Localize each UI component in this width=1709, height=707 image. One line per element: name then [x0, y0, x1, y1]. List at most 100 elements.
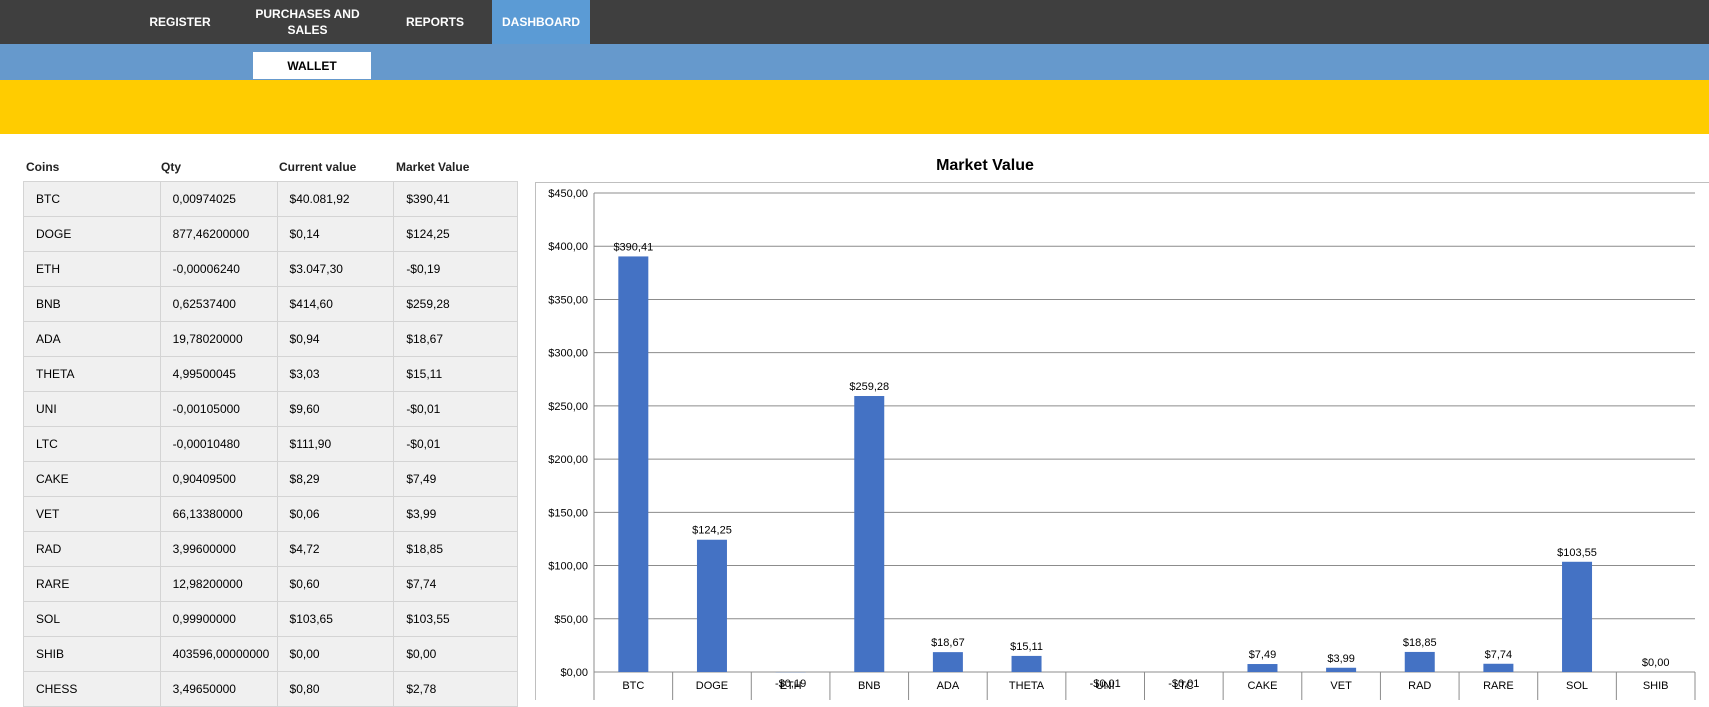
table-row: RARE12,98200000$0,60$7,74	[24, 567, 518, 602]
data-label: $3,99	[1327, 653, 1355, 665]
nav-tab-purchases-label-line2: SALES	[287, 22, 327, 38]
cell-current-value: $103,65	[277, 602, 394, 637]
x-tick-label: SHIB	[1643, 680, 1669, 692]
table-row: SOL0,99900000$103,65$103,55	[24, 602, 518, 637]
cell-current-value: $0,80	[277, 672, 394, 707]
cell-qty: -0,00010480	[160, 427, 277, 462]
data-label: $7,74	[1485, 649, 1513, 661]
cell-market-value: $15,11	[394, 357, 518, 392]
data-label: $18,67	[931, 637, 965, 649]
header-qty: Qty	[161, 160, 181, 174]
cell-qty: 66,13380000	[160, 497, 277, 532]
y-tick-label: $150,00	[548, 507, 588, 519]
bar	[697, 540, 727, 672]
x-tick-label: DOGE	[696, 680, 728, 692]
wallet-table: BTC0,00974025$40.081,92$390,41DOGE877,46…	[23, 181, 518, 707]
nav-tab-purchases-and-sales[interactable]: PURCHASES AND SALES	[250, 0, 365, 44]
cell-market-value: $3,99	[394, 497, 518, 532]
cell-coin: SOL	[24, 602, 161, 637]
y-tick-label: $400,00	[548, 241, 588, 253]
cell-current-value: $9,60	[277, 392, 394, 427]
cell-market-value: $7,49	[394, 462, 518, 497]
cell-coin: ETH	[24, 252, 161, 287]
subtab-wallet-label: WALLET	[287, 59, 336, 73]
cell-qty: 403596,00000000	[160, 637, 277, 672]
nav-tab-dashboard-label: DASHBOARD	[502, 14, 580, 30]
cell-qty: 12,98200000	[160, 567, 277, 602]
x-tick-label: BTC	[622, 680, 644, 692]
nav-tab-reports[interactable]: REPORTS	[385, 0, 485, 44]
bar	[1483, 664, 1513, 672]
cell-market-value: $18,67	[394, 322, 518, 357]
cell-market-value: $124,25	[394, 217, 518, 252]
cell-current-value: $3.047,30	[277, 252, 394, 287]
cell-current-value: $0,14	[277, 217, 394, 252]
x-tick-label: VET	[1330, 680, 1352, 692]
table-row: SHIB403596,00000000$0,00$0,00	[24, 637, 518, 672]
cell-market-value: $2,78	[394, 672, 518, 707]
cell-current-value: $0,06	[277, 497, 394, 532]
y-tick-label: $250,00	[548, 401, 588, 413]
x-tick-label: ETH	[780, 680, 802, 692]
bar	[1012, 656, 1042, 672]
cell-market-value: $18,85	[394, 532, 518, 567]
cell-coin: SHIB	[24, 637, 161, 672]
x-tick-label: CAKE	[1247, 680, 1277, 692]
y-tick-label: $350,00	[548, 294, 588, 306]
data-label: $103,55	[1557, 547, 1597, 559]
cell-current-value: $3,03	[277, 357, 394, 392]
nav-tab-dashboard[interactable]: DASHBOARD	[492, 0, 590, 44]
cell-current-value: $8,29	[277, 462, 394, 497]
cell-current-value: $111,90	[277, 427, 394, 462]
x-tick-label: LTC	[1174, 680, 1194, 692]
cell-coin: THETA	[24, 357, 161, 392]
cell-market-value: -$0,01	[394, 392, 518, 427]
cell-current-value: $0,60	[277, 567, 394, 602]
table-row: UNI-0,00105000$9,60-$0,01	[24, 392, 518, 427]
data-label: $124,25	[692, 525, 732, 537]
cell-qty: 3,99600000	[160, 532, 277, 567]
x-tick-label: THETA	[1009, 680, 1045, 692]
cell-coin: CAKE	[24, 462, 161, 497]
cell-market-value: $259,28	[394, 287, 518, 322]
table-row: CAKE0,90409500$8,29$7,49	[24, 462, 518, 497]
cell-qty: -0,00006240	[160, 252, 277, 287]
cell-qty: 4,99500045	[160, 357, 277, 392]
cell-market-value: $103,55	[394, 602, 518, 637]
table-row: THETA4,99500045$3,03$15,11	[24, 357, 518, 392]
data-label: $7,49	[1249, 649, 1277, 661]
cell-market-value: $7,74	[394, 567, 518, 602]
y-tick-label: $0,00	[560, 667, 588, 679]
data-label: $0,00	[1642, 657, 1670, 669]
data-label: $15,11	[1010, 641, 1043, 653]
nav-tab-register[interactable]: REGISTER	[130, 0, 230, 44]
cell-qty: -0,00105000	[160, 392, 277, 427]
cell-current-value: $0,94	[277, 322, 394, 357]
cell-qty: 3,49650000	[160, 672, 277, 707]
cell-market-value: -$0,19	[394, 252, 518, 287]
cell-current-value: $40.081,92	[277, 182, 394, 217]
table-row: BTC0,00974025$40.081,92$390,41	[24, 182, 518, 217]
header-market-value: Market Value	[396, 160, 469, 174]
subtab-wallet[interactable]: WALLET	[253, 52, 371, 79]
cell-qty: 877,46200000	[160, 217, 277, 252]
market-value-bar-chart: $0,00$50,00$100,00$150,00$200,00$250,00$…	[535, 182, 1709, 700]
data-label: $390,41	[613, 241, 653, 253]
cell-market-value: -$0,01	[394, 427, 518, 462]
cell-current-value: $0,00	[277, 637, 394, 672]
cell-qty: 0,00974025	[160, 182, 277, 217]
table-row: ETH-0,00006240$3.047,30-$0,19	[24, 252, 518, 287]
bar	[618, 256, 648, 672]
cell-current-value: $414,60	[277, 287, 394, 322]
cell-qty: 0,99900000	[160, 602, 277, 637]
cell-coin: UNI	[24, 392, 161, 427]
x-tick-label: RARE	[1483, 680, 1514, 692]
table-row: DOGE877,46200000$0,14$124,25	[24, 217, 518, 252]
y-tick-label: $50,00	[554, 614, 588, 626]
bar	[1247, 664, 1277, 672]
cell-current-value: $4,72	[277, 532, 394, 567]
y-tick-label: $200,00	[548, 454, 588, 466]
x-tick-label: ADA	[937, 680, 960, 692]
table-row: RAD3,99600000$4,72$18,85	[24, 532, 518, 567]
cell-coin: ADA	[24, 322, 161, 357]
